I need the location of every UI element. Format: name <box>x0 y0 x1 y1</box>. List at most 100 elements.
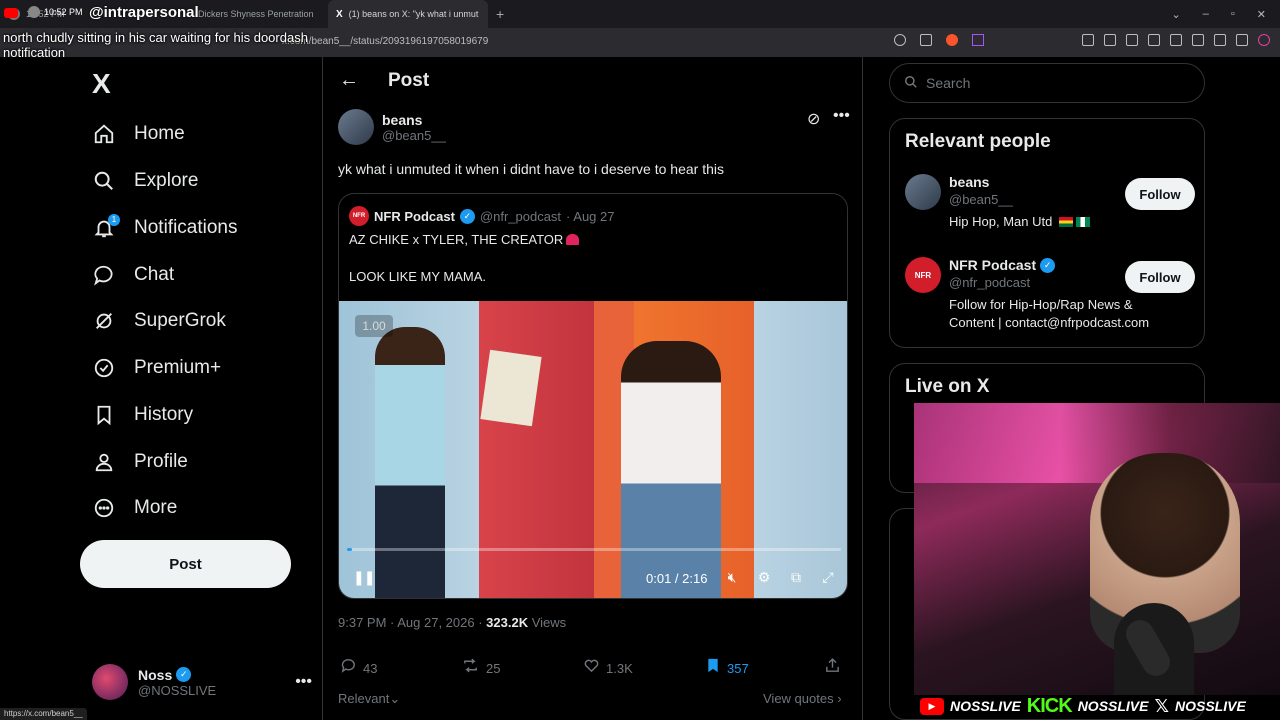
download-icon[interactable] <box>1126 34 1138 46</box>
nfr-logo-icon[interactable]: NFR <box>905 257 941 293</box>
person-name[interactable]: NFR Podcast <box>949 257 1036 273</box>
like-count: 1.3K <box>606 660 633 676</box>
nav-supergrok[interactable]: SuperGrok <box>92 301 226 341</box>
sidebar-icon[interactable] <box>1170 34 1182 46</box>
quote-author-handle: @nfr_podcast <box>479 208 562 224</box>
more-icon[interactable]: ••• <box>833 107 850 125</box>
person-bio: Hip Hop, Man Utd <box>949 213 1179 231</box>
nav-notifications[interactable]: 1 Notifications <box>92 208 238 248</box>
vpn-icon[interactable] <box>1236 34 1248 46</box>
nav-profile[interactable]: Profile <box>92 442 188 482</box>
maximize-icon[interactable]: ▫ <box>1231 8 1235 20</box>
notification-badge: 1 <box>108 214 120 226</box>
nfr-logo-icon: NFR <box>349 206 369 226</box>
mute-icon[interactable]: 🔇︎ <box>723 568 741 586</box>
view-quotes-link[interactable]: View quotes › <box>763 691 842 706</box>
share-icon <box>824 657 841 679</box>
video-person <box>375 327 445 598</box>
nav-label: Notifications <box>134 217 238 238</box>
nav-premium[interactable]: Premium+ <box>92 348 221 388</box>
browser-tab-active[interactable]: X (1) beans on X: "yk what i unmut × <box>328 0 488 28</box>
puzzle-icon[interactable] <box>1104 34 1116 46</box>
bookmark-filled-icon <box>705 657 721 679</box>
video-player[interactable]: 1.00 ❚❚ 0:01 / 2:16 🔇︎ ⚙︎ ⧉ ⤢ <box>339 301 847 598</box>
quote-author-name: NFR Podcast <box>374 208 455 224</box>
repost-button[interactable]: 25 <box>461 657 500 679</box>
like-button[interactable]: 1.3K <box>583 657 633 679</box>
overlay-handle: @intrapersonal <box>89 4 199 21</box>
settings-icon[interactable]: ⚙︎ <box>755 568 773 586</box>
search-icon <box>904 75 918 92</box>
grok-icon[interactable]: ⊘ <box>807 109 820 129</box>
nav-explore[interactable]: Explore <box>92 161 198 201</box>
share-button[interactable] <box>824 657 841 679</box>
person-bio: Follow for Hip-Hop/Rap News & Content | … <box>949 297 1150 330</box>
nav-label: Home <box>134 123 185 144</box>
nav-label: Chat <box>134 264 175 285</box>
extension-icon-2[interactable] <box>1214 34 1226 46</box>
follow-button[interactable]: Follow <box>1125 261 1195 293</box>
relevant-people-card: Relevant people beans @bean5__ Hip Hop, … <box>889 118 1205 348</box>
bell-icon: 1 <box>92 214 120 240</box>
siren-icon <box>566 234 580 245</box>
nav-more[interactable]: More <box>92 488 177 528</box>
wallet-icon[interactable] <box>1192 34 1204 46</box>
x-logo[interactable]: X <box>92 68 111 100</box>
search-input[interactable]: Search <box>889 63 1205 103</box>
profile-icon[interactable] <box>1258 34 1270 46</box>
post-timestamp[interactable]: 9:37 PM · Aug 27, 2026 · <box>338 615 486 630</box>
avatar[interactable] <box>905 174 941 210</box>
bookmark-button[interactable]: 357 <box>705 657 749 679</box>
author-name[interactable]: beans <box>382 112 446 128</box>
chevron-right-icon: › <box>837 691 842 706</box>
music-icon[interactable] <box>1148 34 1160 46</box>
reply-button[interactable]: 43 <box>340 657 377 679</box>
quoted-post[interactable]: NFR NFR Podcast ✓ @nfr_podcast · Aug 27 … <box>338 193 848 599</box>
more-icon[interactable]: ••• <box>295 673 312 691</box>
nav-history[interactable]: History <box>92 395 193 435</box>
verified-badge-icon: ✓ <box>1040 257 1056 273</box>
fullscreen-icon[interactable]: ⤢ <box>819 568 837 586</box>
quote-text-line-2: LOOK LIKE MY MAMA. <box>349 269 487 284</box>
reply-count: 43 <box>363 660 378 676</box>
reply-icon <box>340 657 357 679</box>
back-arrow-icon[interactable]: ← <box>339 69 359 92</box>
minimize-icon[interactable]: – <box>1203 8 1209 20</box>
views-label: Views <box>528 615 567 630</box>
playback-speed-badge[interactable]: 1.00 <box>355 315 393 337</box>
stream-banner: ▶ NOSSLIVE KICK NOSSLIVE 𝕏 NOSSLIVE <box>920 692 1280 720</box>
bio-text: Hip Hop, Man Utd <box>949 214 1053 229</box>
nav-chat[interactable]: Chat <box>92 255 174 295</box>
post-button[interactable]: Post <box>80 540 291 588</box>
avatar-icon <box>28 6 40 18</box>
post-header: ← Post <box>323 57 863 105</box>
avatar[interactable] <box>338 109 374 145</box>
sort-replies-dropdown[interactable]: Relevant⌄ <box>338 691 400 707</box>
account-switcher[interactable]: Noss ✓ @NOSSLIVE ••• <box>92 660 312 704</box>
video-progress-bar[interactable] <box>347 548 841 551</box>
brave-shield-icon[interactable] <box>946 34 958 46</box>
pip-icon[interactable]: ⧉ <box>787 568 805 586</box>
banner-name: NOSSLIVE <box>950 698 1021 714</box>
close-window-icon[interactable]: ✕ <box>1257 8 1266 21</box>
person-row[interactable]: beans @bean5__ Hip Hop, Man Utd Follow <box>905 174 1195 231</box>
chevron-down-icon[interactable]: ⌄ <box>1172 8 1181 21</box>
video-progress-fill <box>347 548 352 551</box>
brave-rewards-icon[interactable] <box>972 34 984 46</box>
nav-home[interactable]: Home <box>92 114 185 154</box>
heart-icon <box>583 657 600 679</box>
quote-header: NFR NFR Podcast ✓ @nfr_podcast · Aug 27 <box>349 206 614 226</box>
pause-icon[interactable]: ❚❚ <box>353 569 375 586</box>
person-row[interactable]: NFR NFR Podcast ✓ @nfr_podcast Follow fo… <box>905 257 1195 332</box>
repost-icon <box>461 657 480 679</box>
card-title: Live on X <box>905 376 990 397</box>
banner-name: NOSSLIVE <box>1175 698 1246 714</box>
new-tab-button[interactable]: + <box>488 6 512 22</box>
cast-icon[interactable] <box>920 34 932 46</box>
post-author[interactable]: beans @bean5__ <box>338 109 446 145</box>
bookmark-count: 357 <box>727 660 749 676</box>
extension-icon[interactable] <box>1082 34 1094 46</box>
follow-button[interactable]: Follow <box>1125 178 1195 210</box>
main-column: ← Post beans @bean5__ ⊘ ••• yk what i un… <box>322 57 863 720</box>
zoom-icon[interactable] <box>894 34 906 46</box>
